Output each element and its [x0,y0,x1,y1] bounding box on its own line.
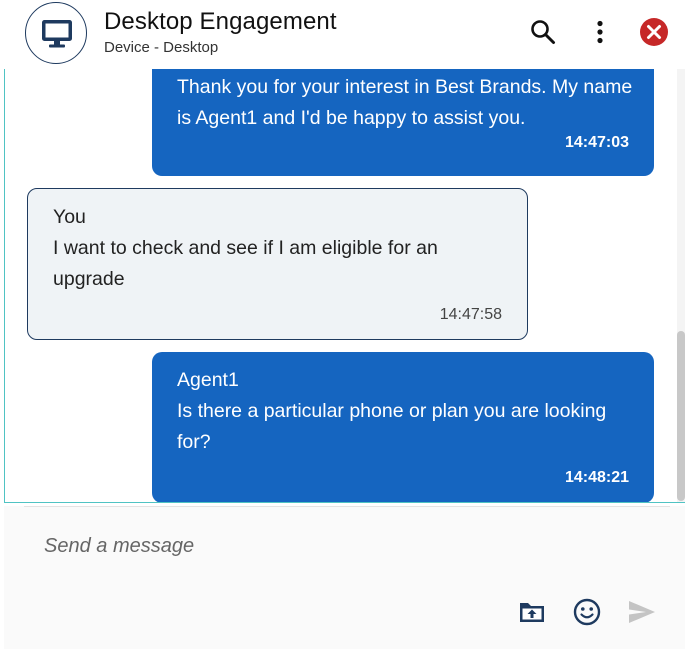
message-input[interactable] [24,526,624,566]
message-text: Is there a particular phone or plan you … [177,400,607,453]
message-time: 14:48:21 [564,469,629,486]
search-icon [531,20,555,44]
agent-message: Thank you for your interest in Best Bran… [152,69,654,176]
user-message: You I want to check and see if I am elig… [27,188,528,340]
device-subtitle: Device - Desktop [104,39,219,56]
chat-transcript[interactable]: Thank you for your interest in Best Bran… [4,69,685,503]
emoji-button[interactable] [569,594,605,630]
more-options-button[interactable] [584,16,616,48]
message-text: I want to check and see if I am eligible… [53,237,438,290]
folder-upload-icon [520,603,544,622]
send-button[interactable] [624,594,660,630]
message-text: Thank you for your interest in Best Bran… [177,76,633,129]
more-vertical-icon [597,20,603,44]
message-sender: You [53,206,86,228]
agent-message: Agent1 Is there a particular phone or pl… [152,352,654,502]
device-avatar [25,2,87,64]
upload-file-button[interactable] [514,594,550,630]
search-button[interactable] [527,16,559,48]
scrollbar[interactable] [677,69,685,502]
message-composer [4,506,685,649]
desktop-monitor-icon [42,20,72,48]
divider [24,506,670,507]
emoji-icon [573,598,601,626]
message-time: 14:47:03 [564,134,629,151]
close-circle-icon [640,18,668,46]
scrollbar-thumb[interactable] [677,331,685,501]
send-icon [629,601,655,623]
message-sender: Agent1 [177,369,239,391]
message-time: 14:47:58 [439,306,502,323]
chat-header: Desktop Engagement Device - Desktop [0,0,685,68]
close-button[interactable] [638,16,670,48]
engagement-title: Desktop Engagement [104,8,337,35]
